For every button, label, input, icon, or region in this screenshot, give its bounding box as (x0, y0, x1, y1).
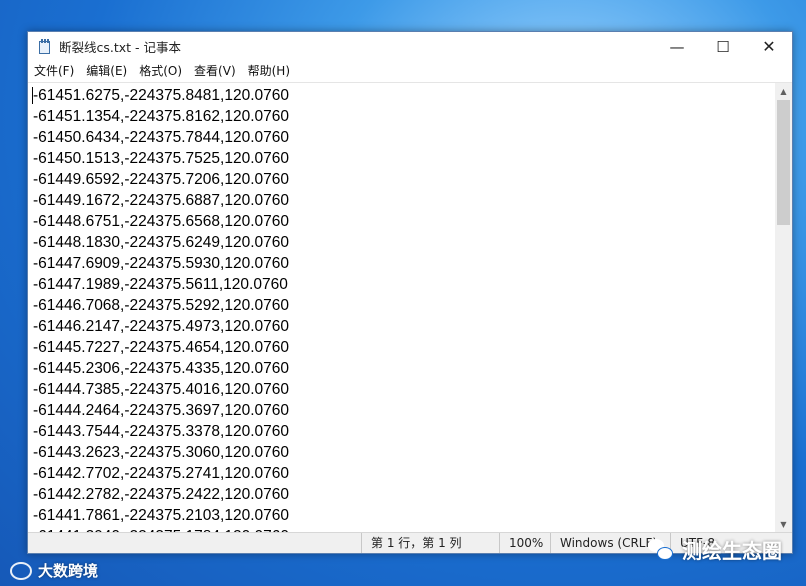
text-line: -61449.1672,-224375.6887,120.0760 (33, 192, 289, 209)
text-line: -61445.2306,-224375.4335,120.0760 (33, 360, 289, 377)
text-line: -61449.6592,-224375.7206,120.0760 (33, 171, 289, 188)
editor-area: -61451.6275,-224375.8481,120.0760 -61451.… (28, 83, 792, 533)
text-line: -61450.6434,-224375.7844,120.0760 (33, 129, 289, 146)
status-zoom: 100% (499, 533, 550, 553)
window-title: 断裂线cs.txt - 记事本 (59, 40, 182, 55)
notepad-window: 断裂线cs.txt - 记事本 — ☐ ✕ 文件(F) 编辑(E) 格式(O) … (27, 31, 793, 554)
vertical-scrollbar[interactable]: ▲ ▼ (775, 83, 792, 533)
text-line: -61446.2147,-224375.4973,120.0760 (33, 318, 289, 335)
text-line: -61451.6275,-224375.8481,120.0760 (33, 87, 289, 104)
text-line: -61441.7861,-224375.2103,120.0760 (33, 507, 289, 524)
menu-format[interactable]: 格式(O) (133, 61, 188, 82)
text-line: -61444.2464,-224375.3697,120.0760 (33, 402, 289, 419)
menu-help[interactable]: 帮助(H) (242, 61, 296, 82)
brand-logo-icon (10, 561, 32, 580)
text-line: -61448.1830,-224375.6249,120.0760 (33, 234, 289, 251)
scroll-up-arrow-icon[interactable]: ▲ (775, 83, 792, 100)
text-line: -61450.1513,-224375.7525,120.0760 (33, 150, 289, 167)
text-line: -61443.2623,-224375.3060,120.0760 (33, 444, 289, 461)
close-button[interactable]: ✕ (746, 32, 792, 61)
text-line: -61448.6751,-224375.6568,120.0760 (33, 213, 289, 230)
title-bar[interactable]: 断裂线cs.txt - 记事本 — ☐ ✕ (28, 32, 792, 61)
watermark-left: 大数跨境 (10, 560, 98, 581)
text-line: -61442.2782,-224375.2422,120.0760 (33, 486, 289, 503)
wechat-icon (648, 538, 674, 561)
watermark-right-text: 测绘生态圈 (682, 539, 782, 563)
menu-view[interactable]: 查看(V) (188, 61, 242, 82)
status-cursor-position: 第 1 行，第 1 列 (361, 533, 499, 553)
text-line: -61446.7068,-224375.5292,120.0760 (33, 297, 289, 314)
menu-file[interactable]: 文件(F) (28, 61, 80, 82)
text-line: -61451.1354,-224375.8162,120.0760 (33, 108, 289, 125)
text-line: -61444.7385,-224375.4016,120.0760 (33, 381, 289, 398)
text-line: -61442.7702,-224375.2741,120.0760 (33, 465, 289, 482)
text-line: -61447.1989,-224375.5611,120.0760 (33, 276, 288, 293)
watermark-left-text: 大数跨境 (38, 562, 99, 580)
text-caret (32, 87, 33, 104)
scroll-down-arrow-icon[interactable]: ▼ (775, 516, 792, 533)
text-line: -61443.7544,-224375.3378,120.0760 (33, 423, 289, 440)
menu-bar: 文件(F) 编辑(E) 格式(O) 查看(V) 帮助(H) (28, 61, 792, 83)
maximize-button[interactable]: ☐ (700, 32, 746, 61)
status-spacer (28, 533, 361, 553)
notepad-icon (38, 38, 52, 55)
text-line: -61447.6909,-224375.5930,120.0760 (33, 255, 289, 272)
watermark-right: 测绘生态圈 (648, 535, 782, 564)
minimize-button[interactable]: — (654, 32, 700, 61)
text-content[interactable]: -61451.6275,-224375.8481,120.0760 -61451.… (28, 83, 775, 533)
text-line: -61445.7227,-224375.4654,120.0760 (33, 339, 289, 356)
menu-edit[interactable]: 编辑(E) (80, 61, 133, 82)
scrollbar-thumb[interactable] (777, 100, 790, 225)
